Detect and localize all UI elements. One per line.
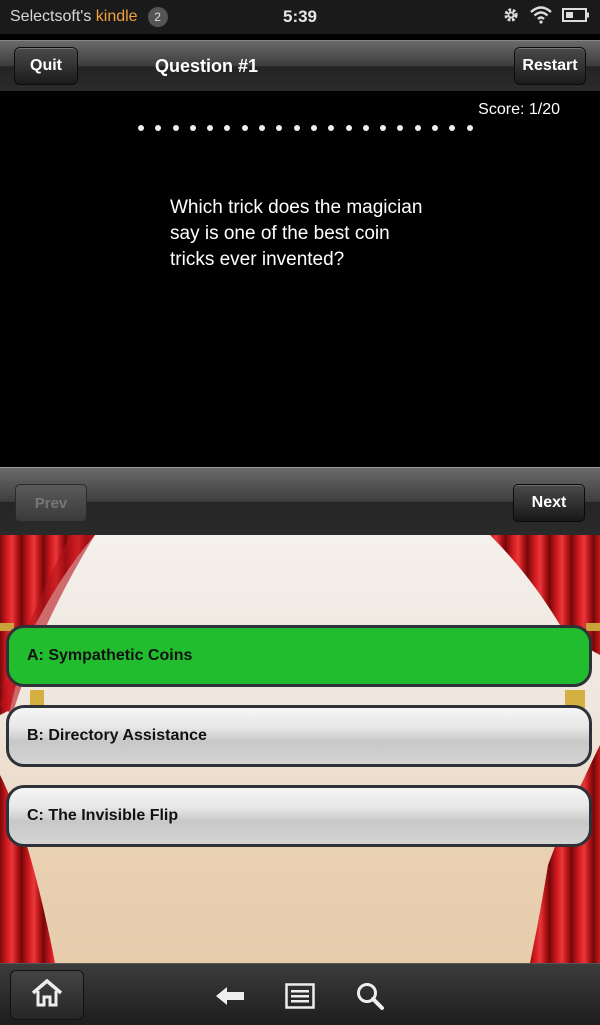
progress-dot [432,125,439,131]
question-panel: Score: 1/20 Which trick does the magicia… [0,91,600,466]
quit-button[interactable]: Quit [14,47,78,85]
page-title: Question #1 [155,56,259,76]
progress-dot [172,125,179,131]
progress-dot [276,125,283,131]
answer-stage: A: Sympathetic Coins B: Directory Assist… [0,535,600,963]
progress-dot [362,125,369,131]
gear-icon[interactable] [502,6,520,29]
status-bar: Selectsoft's kindle 2 5:39 [0,0,600,34]
score-label: Score: 1/20 [478,101,560,118]
answer-option-b[interactable]: B: Directory Assistance [6,705,592,767]
progress-dot [259,125,266,131]
answer-option-a[interactable]: A: Sympathetic Coins [6,625,592,687]
system-nav-bar [0,963,600,1025]
next-button[interactable]: Next [513,484,585,522]
progress-dot [189,125,196,131]
progress-dot [241,125,248,131]
back-arrow-icon[interactable] [214,980,246,1012]
progress-dot [328,125,335,131]
prev-button: Prev [15,484,87,522]
progress-dot [138,125,144,131]
notification-badge[interactable]: 2 [147,7,168,27]
progress-dot [207,125,214,131]
home-icon [31,978,63,1012]
home-button[interactable] [10,970,84,1020]
search-icon[interactable] [354,980,386,1012]
battery-icon[interactable] [562,7,590,28]
progress-dot [224,125,231,131]
progress-dots [138,125,473,131]
progress-dot [293,125,300,131]
question-text: Which trick does the magician say is one… [170,197,423,270]
progress-dot [449,125,456,131]
progress-dot [310,125,317,131]
progress-dot [155,125,162,131]
restart-button[interactable]: Restart [514,47,586,85]
progress-dot [397,125,404,131]
answer-option-c[interactable]: C: The Invisible Flip [6,785,592,847]
progress-dot [345,125,352,131]
progress-dot [380,125,387,131]
menu-icon[interactable] [284,980,316,1012]
wifi-icon[interactable] [530,6,552,29]
progress-dot [414,125,421,131]
device-owner-label: Selectsoft's kindle [10,8,138,25]
progress-dot [466,125,473,131]
quiz-toolbar: Quit Question #1 Restart [0,40,600,92]
question-nav-bar: Prev Next [0,467,600,535]
